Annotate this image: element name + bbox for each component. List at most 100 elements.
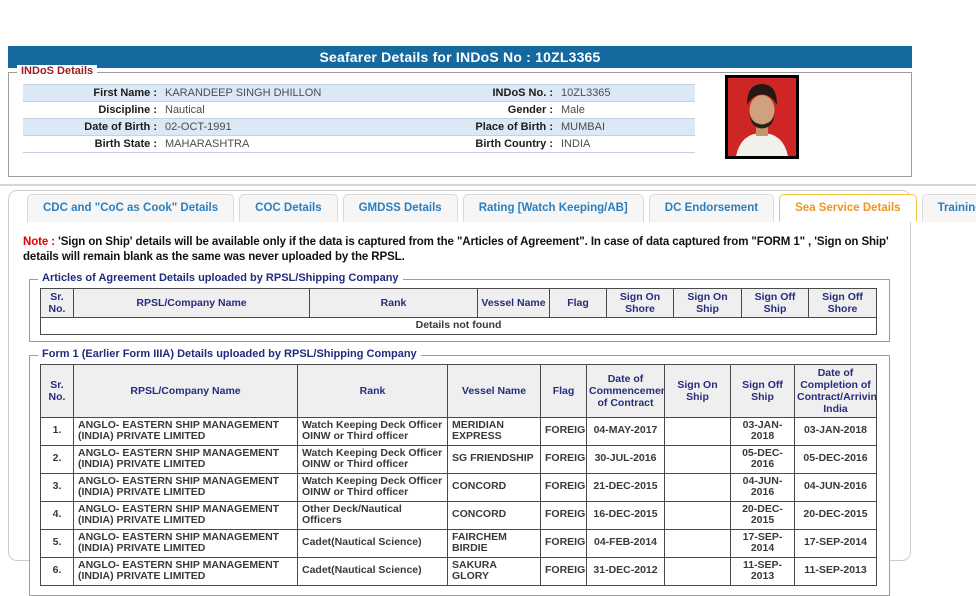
col-date-completion: Date of Completion of Contract/Arriving … xyxy=(794,363,877,418)
cell-sign-on-ship xyxy=(664,528,731,558)
cell-flag: FOREIGN xyxy=(540,556,587,586)
page-title: Seafarer Details for INDoS No : 10ZL3365 xyxy=(8,46,912,68)
cell-sr: 1. xyxy=(40,416,74,446)
cell-commencement: 04-FEB-2014 xyxy=(586,528,665,558)
articles-table: Sr. No. RPSL/Company Name Rank Vessel Na… xyxy=(40,288,877,335)
col-rank: Rank xyxy=(297,363,448,418)
discipline-value: Nautical xyxy=(165,104,205,116)
tab-content-panel: CDC and "CoC as Cook" Details COC Detail… xyxy=(8,190,976,596)
tab-sea-service-details[interactable]: Sea Service Details xyxy=(779,194,917,222)
cell-completion: 04-JUN-2016 xyxy=(794,472,877,502)
note-prefix: Note : xyxy=(23,236,55,248)
cell-sr: 2. xyxy=(40,444,74,474)
cell-company: ANGLO- EASTERN SHIP MANAGEMENT (INDIA) P… xyxy=(73,500,298,530)
indos-no-label: INDoS No. : xyxy=(492,87,554,99)
col-rank: Rank xyxy=(309,288,478,318)
birth-country-label: Birth Country : xyxy=(475,138,553,150)
place-of-birth-label: Place of Birth : xyxy=(475,121,553,133)
cell-company: ANGLO- EASTERN SHIP MANAGEMENT (INDIA) P… xyxy=(73,416,298,446)
cell-sign-off-ship: 17-SEP-2014 xyxy=(730,528,795,558)
col-flag: Flag xyxy=(540,363,587,418)
discipline-label: Discipline : xyxy=(98,104,157,116)
cell-rank: Watch Keeping Deck Officer OINW or Third… xyxy=(297,444,448,474)
indos-row: First Name : KARANDEEP SINGH DHILLON IND… xyxy=(23,84,695,102)
cell-completion: 11-SEP-2013 xyxy=(794,556,877,586)
cell-sr: 4. xyxy=(40,500,74,530)
cell-commencement: 30-JUL-2016 xyxy=(586,444,665,474)
cell-commencement: 04-MAY-2017 xyxy=(586,416,665,446)
cell-flag: FOREIGN xyxy=(540,416,587,446)
cell-flag: FOREIGN xyxy=(540,444,587,474)
cell-commencement: 21-DEC-2015 xyxy=(586,472,665,502)
birth-country-value: INDIA xyxy=(561,138,591,150)
tab-gmdss-details[interactable]: GMDSS Details xyxy=(342,194,458,222)
cell-vessel: CONCORD xyxy=(447,472,541,502)
cell-sign-off-ship: 05-DEC-2016 xyxy=(730,444,795,474)
cell-completion: 03-JAN-2018 xyxy=(794,416,877,446)
cell-vessel: CONCORD xyxy=(447,500,541,530)
tab-training-details[interactable]: Training Details xyxy=(921,194,976,222)
section-divider xyxy=(0,184,976,186)
tab-cdc-coc-cook-details[interactable]: CDC and "CoC as Cook" Details xyxy=(27,194,235,222)
first-name-value: KARANDEEP SINGH DHILLON xyxy=(165,87,322,99)
tab-dc-endorsement[interactable]: DC Endorsement xyxy=(648,194,775,222)
cell-sign-off-ship: 20-DEC-2015 xyxy=(730,500,795,530)
cell-company: ANGLO- EASTERN SHIP MANAGEMENT (INDIA) P… xyxy=(73,556,298,586)
cell-flag: FOREIGN xyxy=(540,528,587,558)
cell-sr: 5. xyxy=(40,528,74,558)
birth-state-value: MAHARASHTRA xyxy=(165,138,250,150)
articles-empty-row: Details not found xyxy=(40,317,877,335)
col-company: RPSL/Company Name xyxy=(73,363,298,418)
tab-rating-watch-keeping[interactable]: Rating [Watch Keeping/AB] xyxy=(462,194,644,222)
seafarer-portrait-graphic xyxy=(728,78,796,156)
cell-rank: Watch Keeping Deck Officer OINW or Third… xyxy=(297,472,448,502)
indos-details-table: First Name : KARANDEEP SINGH DHILLON IND… xyxy=(23,84,695,153)
cell-rank: Other Deck/Nautical Officers xyxy=(297,500,448,530)
articles-legend: Articles of Agreement Details uploaded b… xyxy=(38,272,403,284)
cell-rank: Cadet(Nautical Science) xyxy=(297,528,448,558)
cell-company: ANGLO- EASTERN SHIP MANAGEMENT (INDIA) P… xyxy=(73,444,298,474)
top-whitespace xyxy=(0,0,976,46)
table-row: 1. ANGLO- EASTERN SHIP MANAGEMENT (INDIA… xyxy=(40,416,877,446)
cell-sign-on-ship xyxy=(664,416,731,446)
cell-sign-off-ship: 11-SEP-2013 xyxy=(730,556,795,586)
dob-label: Date of Birth : xyxy=(84,121,157,133)
details-not-found-message: Details not found xyxy=(40,317,877,335)
cell-completion: 20-DEC-2015 xyxy=(794,500,877,530)
birth-state-label: Birth State : xyxy=(94,138,157,150)
indos-row: Discipline : Nautical Gender : Male xyxy=(23,102,695,119)
col-vessel: Vessel Name xyxy=(477,288,550,318)
note-text: 'Sign on Ship' details will be available… xyxy=(23,236,889,263)
cell-sign-on-ship xyxy=(664,444,731,474)
col-date-commencement: Date of Commencement of Contract xyxy=(586,363,665,418)
form1-header-row: Sr. No. RPSL/Company Name Rank Vessel Na… xyxy=(40,363,877,418)
col-sign-off-ship: Sign Off Ship xyxy=(741,288,809,318)
table-row: 5. ANGLO- EASTERN SHIP MANAGEMENT (INDIA… xyxy=(40,528,877,558)
seafarer-photo xyxy=(725,75,799,159)
cell-sign-on-ship xyxy=(664,500,731,530)
cell-company: ANGLO- EASTERN SHIP MANAGEMENT (INDIA) P… xyxy=(73,528,298,558)
indos-details-fieldset: INDoS Details First Name : KARANDEEP SIN… xyxy=(8,65,912,177)
indos-row: Birth State : MAHARASHTRA Birth Country … xyxy=(23,136,695,153)
first-name-label: First Name : xyxy=(93,87,157,99)
col-sign-on-shore: Sign On Shore xyxy=(606,288,674,318)
col-company: RPSL/Company Name xyxy=(73,288,310,318)
cell-commencement: 31-DEC-2012 xyxy=(586,556,665,586)
col-sign-on-ship: Sign On Ship xyxy=(664,363,731,418)
table-row: 2. ANGLO- EASTERN SHIP MANAGEMENT (INDIA… xyxy=(40,444,877,474)
indos-row: Date of Birth : 02-OCT-1991 Place of Bir… xyxy=(23,118,695,136)
form1-legend: Form 1 (Earlier Form IIIA) Details uploa… xyxy=(38,347,421,360)
tab-coc-details[interactable]: COC Details xyxy=(239,194,338,222)
indos-no-value: 10ZL3365 xyxy=(561,87,611,99)
col-flag: Flag xyxy=(549,288,607,318)
place-of-birth-value: MUMBAI xyxy=(561,121,605,133)
dob-value: 02-OCT-1991 xyxy=(165,121,232,133)
form1-fieldset: Form 1 (Earlier Form IIIA) Details uploa… xyxy=(29,347,890,596)
cell-vessel: FAIRCHEM BIRDIE xyxy=(447,528,541,558)
cell-sign-on-ship xyxy=(664,472,731,502)
cell-flag: FOREIGN xyxy=(540,500,587,530)
cell-completion: 17-SEP-2014 xyxy=(794,528,877,558)
cell-flag: FOREIGN xyxy=(540,472,587,502)
articles-header-row: Sr. No. RPSL/Company Name Rank Vessel Na… xyxy=(40,288,877,318)
articles-of-agreement-fieldset: Articles of Agreement Details uploaded b… xyxy=(29,272,890,342)
